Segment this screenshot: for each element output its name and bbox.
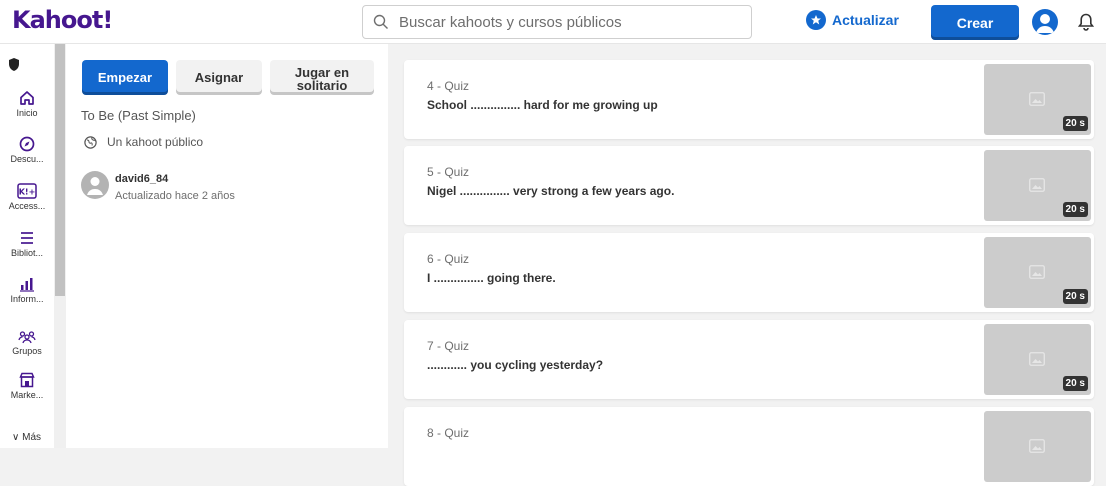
- library-icon: [21, 232, 33, 244]
- start-button[interactable]: Empezar: [82, 60, 168, 95]
- user-icon: [1036, 14, 1054, 33]
- owner-avatar[interactable]: [81, 171, 109, 199]
- sidebar-item-home[interactable]: Inicio: [0, 90, 54, 118]
- sidebar-item-label: Inform...: [10, 294, 44, 304]
- marketplace-icon: [19, 372, 35, 388]
- question-text: ............ you cycling yesterday?: [427, 358, 604, 372]
- time-limit-badge: 20 s: [1062, 289, 1088, 304]
- question-type: 5 - Quiz: [427, 165, 470, 179]
- sidebar-item-library[interactable]: Bibliot...: [0, 230, 54, 258]
- more-label: Más: [22, 432, 42, 443]
- owner-name[interactable]: david6_84: [115, 173, 168, 185]
- sidebar-item-label: Inicio: [16, 108, 38, 118]
- question-card[interactable]: 4 - Quiz School ............... hard for…: [404, 60, 1094, 139]
- sidebar-scrollbar-thumb[interactable]: [55, 44, 65, 296]
- question-card[interactable]: 8 - Quiz: [404, 407, 1094, 486]
- sidebar-item-discover[interactable]: Descu...: [0, 136, 54, 164]
- question-thumbnail: 20 s: [984, 64, 1091, 135]
- image-placeholder-icon: [1029, 265, 1045, 279]
- more-menu[interactable]: ∨ Más: [12, 432, 41, 443]
- globe-icon: [84, 135, 97, 149]
- question-text: Nigel ............... very strong a few …: [427, 184, 675, 198]
- sidebar-item-label: Descu...: [10, 154, 44, 164]
- search-input[interactable]: [399, 13, 729, 31]
- create-button[interactable]: Crear: [931, 5, 1019, 40]
- sidebar-item-label: Marke...: [10, 390, 44, 400]
- image-placeholder-icon: [1029, 439, 1045, 453]
- sidebar-item-reports[interactable]: Inform...: [0, 276, 54, 304]
- svg-text:K!+: K!+: [19, 188, 36, 197]
- compass-icon: [19, 136, 35, 152]
- question-type: 7 - Quiz: [427, 339, 470, 353]
- side-nav: Inicio Descu... K!+ Access... Bibliot...…: [0, 44, 54, 448]
- question-thumbnail: 20 s: [984, 324, 1091, 395]
- sidebar-item-access-pass[interactable]: K!+ Access...: [0, 183, 54, 211]
- sidebar-item-label: Bibliot...: [10, 248, 43, 258]
- kahoot-logo[interactable]: Kahoot!: [12, 6, 113, 34]
- play-solo-button[interactable]: Jugar en solitario: [270, 60, 374, 95]
- play-solo-label-line2: solitario: [296, 77, 348, 93]
- star-icon: [806, 10, 826, 30]
- kahoot-title: To Be (Past Simple): [81, 108, 196, 123]
- upgrade-label: Actualizar: [832, 12, 899, 28]
- question-text: I ............... going there.: [427, 271, 556, 285]
- reports-icon: [20, 278, 34, 292]
- visibility-label: Un kahoot público: [107, 135, 204, 149]
- image-placeholder-icon: [1029, 92, 1045, 106]
- sidebar-item-groups[interactable]: Grupos: [0, 330, 54, 356]
- user-avatar[interactable]: [1032, 9, 1058, 35]
- groups-icon: [18, 331, 36, 344]
- question-card[interactable]: 6 - Quiz I ............... going there. …: [404, 233, 1094, 312]
- time-limit-badge: 20 s: [1062, 202, 1088, 217]
- search-box[interactable]: [362, 5, 752, 39]
- user-icon: [87, 177, 103, 195]
- image-placeholder-icon: [1029, 352, 1045, 366]
- notification-bell-icon[interactable]: [1078, 13, 1094, 31]
- updated-info: Actualizado hace 2 años: [115, 190, 235, 202]
- home-icon: [20, 91, 34, 105]
- shield-icon: [9, 58, 19, 71]
- upgrade-button[interactable]: Actualizar: [806, 10, 899, 30]
- kahoot-details-panel: Empezar Asignar Jugar en solitario To Be…: [66, 44, 388, 448]
- question-thumbnail: [984, 411, 1091, 482]
- time-limit-badge: 20 s: [1062, 376, 1088, 391]
- sidebar-item-label: Grupos: [12, 346, 42, 356]
- question-type: 4 - Quiz: [427, 79, 470, 93]
- top-bar: Kahoot! Actualizar Crear: [0, 0, 1106, 44]
- image-placeholder-icon: [1029, 178, 1045, 192]
- question-thumbnail: 20 s: [984, 237, 1091, 308]
- access-pass-icon: K!+: [17, 183, 37, 199]
- question-card[interactable]: 5 - Quiz Nigel ............... very stro…: [404, 146, 1094, 225]
- question-thumbnail: 20 s: [984, 150, 1091, 221]
- search-icon: [373, 14, 388, 29]
- question-text: School ............... hard for me growi…: [427, 98, 658, 112]
- visibility-info: Un kahoot público: [84, 135, 203, 149]
- sidebar-item-label: Access...: [8, 201, 46, 211]
- time-limit-badge: 20 s: [1062, 116, 1088, 131]
- assign-button[interactable]: Asignar: [176, 60, 262, 95]
- sidebar-item-marketplace[interactable]: Marke...: [0, 372, 54, 400]
- question-card[interactable]: 7 - Quiz ............ you cycling yester…: [404, 320, 1094, 399]
- question-list: 4 - Quiz School ............... hard for…: [388, 44, 1106, 486]
- question-type: 8 - Quiz: [427, 426, 470, 440]
- question-type: 6 - Quiz: [427, 252, 470, 266]
- chevron-down-icon: ∨: [12, 432, 20, 443]
